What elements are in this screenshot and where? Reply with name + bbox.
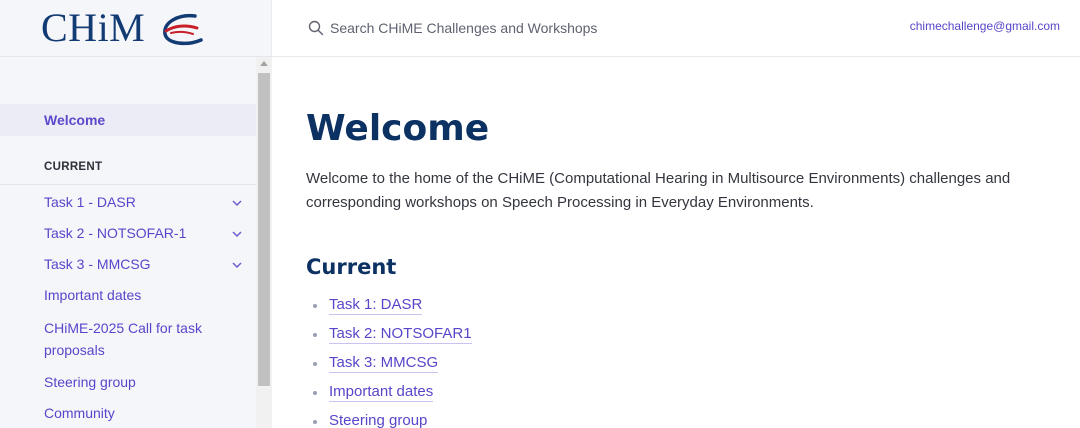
sidebar-item-task2[interactable]: Task 2 - NOTSOFAR-1: [44, 223, 186, 243]
sidebar-item-steering-group[interactable]: Steering group: [44, 372, 136, 392]
chevron-down-icon[interactable]: [231, 197, 243, 209]
link-task3[interactable]: Task 3: MMCSG: [329, 354, 439, 373]
link-important-dates[interactable]: Important dates: [329, 383, 434, 402]
logo-area: CHiM: [0, 0, 272, 57]
bullet-icon: [313, 419, 317, 424]
search-icon: [308, 20, 324, 36]
chevron-down-icon[interactable]: [231, 259, 243, 271]
bullet-icon: [313, 332, 317, 337]
sidebar-section-current: CURRENT: [44, 161, 103, 173]
scrollbar-thumb[interactable]: [258, 73, 270, 386]
sidebar-item-call-for-proposals[interactable]: CHiME-2025 Call for task proposals: [44, 317, 234, 361]
bullet-icon: [313, 303, 317, 308]
sidebar: CHiM Welcome CURRENT Task 1 - DASR Task …: [0, 0, 272, 428]
top-header: Search CHiME Challenges and Workshops ch…: [272, 0, 1080, 57]
site-logo[interactable]: CHiM: [41, 4, 145, 52]
sidebar-item-task1[interactable]: Task 1 - DASR: [44, 192, 136, 212]
link-task2[interactable]: Task 2: NOTSOFAR1: [329, 325, 472, 344]
page-title: Welcome: [306, 108, 490, 149]
sidebar-item-important-dates[interactable]: Important dates: [44, 285, 141, 305]
scroll-up-arrow-icon[interactable]: [260, 61, 268, 66]
search-input[interactable]: Search CHiME Challenges and Workshops: [330, 20, 597, 36]
link-task1[interactable]: Task 1: DASR: [329, 296, 423, 315]
current-links-list: Task 1: DASR Task 2: NOTSOFAR1 Task 3: M…: [306, 291, 472, 428]
list-item: Task 1: DASR: [306, 291, 472, 320]
list-item: Steering group: [306, 407, 472, 428]
bullet-icon: [313, 390, 317, 395]
chevron-down-icon[interactable]: [231, 228, 243, 240]
sidebar-item-label: Welcome: [44, 112, 106, 128]
link-steering-group[interactable]: Steering group: [329, 412, 427, 428]
sidebar-scrollbar[interactable]: [256, 57, 272, 428]
divider: [0, 184, 256, 185]
sidebar-item-community[interactable]: Community: [44, 403, 115, 423]
sidebar-item-welcome[interactable]: Welcome: [0, 104, 256, 136]
intro-paragraph: Welcome to the home of the CHiME (Comput…: [306, 170, 1011, 211]
list-item: Task 2: NOTSOFAR1: [306, 320, 472, 349]
bullet-icon: [313, 361, 317, 366]
list-item: Important dates: [306, 378, 472, 407]
list-item: Task 3: MMCSG: [306, 349, 472, 378]
section-heading-current: Current: [306, 255, 397, 279]
sidebar-item-task3[interactable]: Task 3 - MMCSG: [44, 254, 151, 274]
search-bar[interactable]: Search CHiME Challenges and Workshops: [308, 17, 597, 39]
logo-e-mark-icon: [163, 13, 203, 46]
contact-email-link[interactable]: chimechallenge@gmail.com: [910, 19, 1060, 33]
